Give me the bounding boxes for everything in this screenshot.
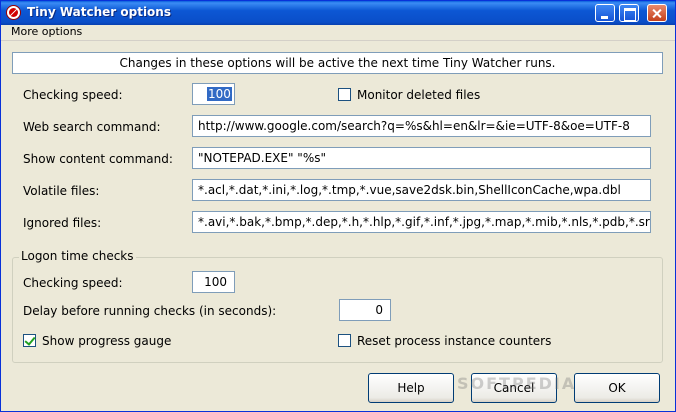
show-progress-checkbox[interactable]	[23, 334, 36, 347]
window-title: Tiny Watcher options	[27, 5, 171, 19]
reset-counters-checkbox[interactable]	[338, 334, 351, 347]
close-button[interactable]	[647, 4, 667, 22]
app-icon	[6, 5, 21, 20]
volatile-files-label: Volatile files:	[23, 184, 100, 198]
web-search-input[interactable]: http://www.google.com/search?q=%s&hl=en&…	[192, 115, 651, 137]
delay-input[interactable]: 0	[339, 299, 391, 321]
ignored-files-label: Ignored files:	[23, 216, 102, 230]
web-search-label: Web search command:	[23, 120, 161, 134]
ok-button[interactable]: OK	[574, 373, 660, 403]
reset-counters-label: Reset process instance counters	[357, 334, 552, 348]
menu-bar: More options	[1, 25, 675, 41]
logon-checks-legend: Logon time checks	[19, 249, 136, 263]
notice-banner: Changes in these options will be active …	[12, 52, 663, 74]
monitor-deleted-label: Monitor deleted files	[357, 88, 481, 102]
volatile-files-input[interactable]: *.acl,*.dat,*.ini,*.log,*.tmp,*.vue,save…	[192, 179, 651, 201]
maximize-button[interactable]	[619, 4, 639, 22]
show-progress-label: Show progress gauge	[42, 334, 172, 348]
minimize-button[interactable]	[595, 4, 615, 22]
checking-speed-value: 100	[207, 87, 232, 101]
show-content-label: Show content command:	[23, 152, 173, 166]
options-window: Tiny Watcher options More options Change…	[0, 0, 676, 412]
menu-more-options[interactable]: More options	[11, 25, 82, 38]
checking-speed-input[interactable]: 100	[192, 83, 235, 105]
checking-speed-label: Checking speed:	[23, 88, 123, 102]
watermark: SOFTPEDIA	[457, 374, 577, 393]
help-button[interactable]: Help	[368, 373, 454, 403]
ignored-files-input[interactable]: *.avi,*.bak,*.bmp,*.dep,*.h,*.hlp,*.gif,…	[192, 211, 651, 233]
logon-checking-speed-label: Checking speed:	[23, 276, 123, 290]
logon-checking-speed-input[interactable]: 100	[192, 271, 235, 293]
delay-label: Delay before running checks (in seconds)…	[23, 304, 277, 318]
show-content-input[interactable]: "NOTEPAD.EXE" "%s"	[192, 147, 651, 169]
title-bar[interactable]: Tiny Watcher options	[1, 1, 675, 25]
monitor-deleted-checkbox[interactable]	[338, 88, 351, 101]
